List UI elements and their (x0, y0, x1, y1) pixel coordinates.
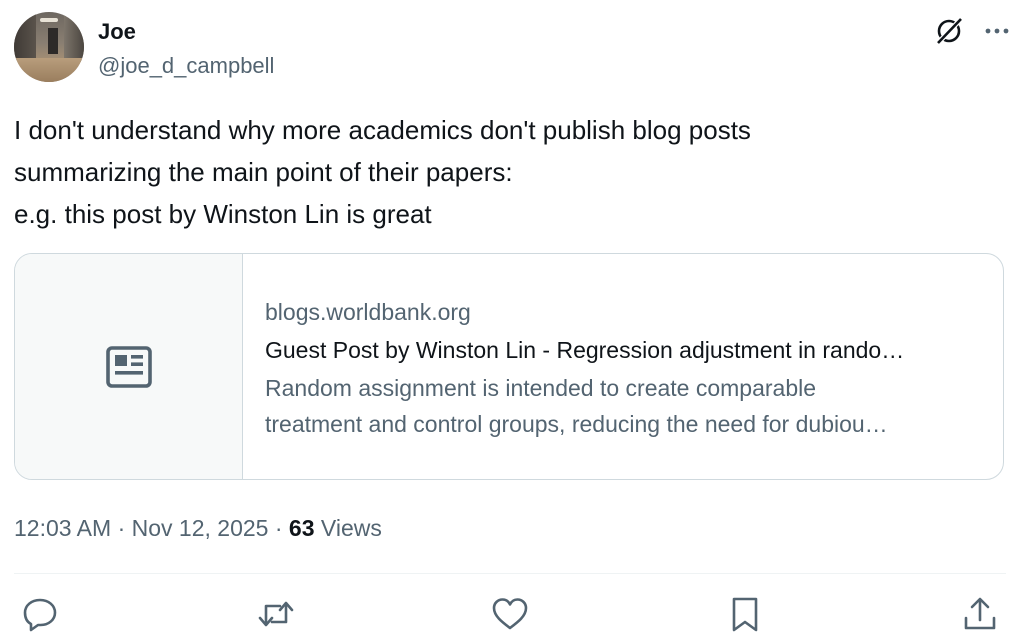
grok-icon[interactable] (934, 16, 964, 46)
post-header: Joe @joe_d_campbell (14, 12, 1012, 84)
views-label[interactable]: Views (315, 515, 382, 541)
link-preview-card[interactable]: blogs.worldbank.org Guest Post by Winsto… (14, 253, 1004, 480)
repost-icon (258, 601, 294, 627)
post-text-line: e.g. this post by Winston Lin is great (14, 199, 432, 229)
meta-separator: · (268, 515, 289, 541)
author-name[interactable]: Joe (98, 18, 136, 46)
action-bar (0, 594, 1026, 634)
post-time[interactable]: 12:03 AM (14, 515, 111, 541)
reply-button[interactable] (20, 594, 60, 634)
share-button[interactable] (960, 594, 1000, 634)
card-thumbnail (15, 254, 243, 479)
bookmark-button[interactable] (725, 594, 765, 634)
avatar[interactable] (14, 12, 84, 82)
meta-separator: · (111, 515, 132, 541)
card-title[interactable]: Guest Post by Winston Lin - Regression a… (265, 334, 985, 366)
bookmark-icon (732, 597, 758, 632)
divider (14, 573, 1006, 574)
reply-icon (23, 598, 57, 632)
post-text-line: I don't understand why more academics do… (14, 115, 751, 145)
repost-button[interactable] (256, 594, 296, 634)
card-body: blogs.worldbank.org Guest Post by Winsto… (265, 296, 985, 442)
views-count[interactable]: 63 (289, 515, 315, 541)
card-domain: blogs.worldbank.org (265, 299, 471, 325)
post-text-line: summarizing the main point of their pape… (14, 157, 513, 187)
post-meta: 12:03 AM · Nov 12, 2025 · 63 Views (14, 512, 382, 544)
like-button[interactable] (490, 594, 530, 634)
more-options-icon[interactable] (982, 16, 1012, 46)
card-description-line: Random assignment is intended to create … (265, 375, 817, 401)
article-icon (106, 346, 152, 388)
author-handle[interactable]: @joe_d_campbell (98, 52, 274, 80)
post-text: I don't understand why more academics do… (14, 109, 1004, 235)
like-icon (492, 598, 528, 630)
post-date[interactable]: Nov 12, 2025 (132, 515, 269, 541)
card-description: Random assignment is intended to create … (265, 370, 985, 442)
share-icon (964, 597, 996, 630)
card-description-line: treatment and control groups, reducing t… (265, 411, 888, 437)
